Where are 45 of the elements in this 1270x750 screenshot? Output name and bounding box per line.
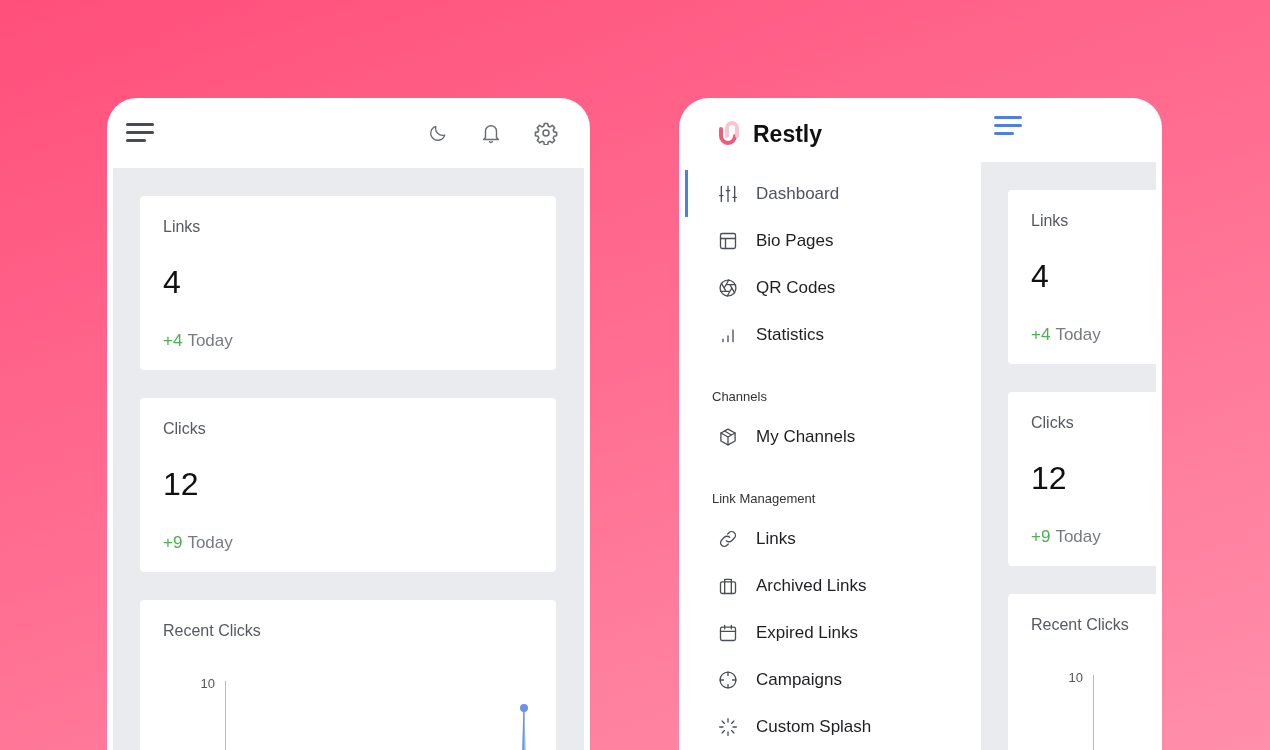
menu-icon[interactable] <box>126 123 154 143</box>
delta-value: +4 <box>163 331 183 351</box>
nav-item[interactable]: My Channels <box>685 413 981 460</box>
link-icon <box>718 528 738 549</box>
delta-value: +4 <box>1031 325 1051 345</box>
stat-label: Links <box>163 217 202 237</box>
loader-icon <box>718 716 738 737</box>
cube-icon <box>718 426 738 447</box>
period-label: Today <box>187 331 233 351</box>
axis-tick-label: 10 <box>1067 670 1083 687</box>
brand-name: Restly <box>753 120 823 148</box>
section-heading: Link Management <box>711 490 817 507</box>
delta-value: +9 <box>163 533 183 553</box>
bell-icon[interactable] <box>480 122 502 144</box>
crosshair-icon <box>718 669 738 690</box>
delta-value: +9 <box>1031 527 1051 547</box>
stat-value: 4 <box>163 263 182 302</box>
nav-item[interactable]: Campaigns <box>685 656 981 703</box>
chart-title: Recent Clicks <box>1031 615 1130 635</box>
axis-tick-label: 10 <box>199 676 215 693</box>
stat-label: Clicks <box>163 419 207 439</box>
stat-value: 12 <box>1031 459 1068 498</box>
nav-item[interactable]: Links <box>685 515 981 562</box>
settings-icon[interactable] <box>534 121 558 145</box>
stat-value: 12 <box>163 465 200 504</box>
period-label: Today <box>187 533 233 553</box>
moon-icon[interactable] <box>428 123 448 143</box>
nav-item[interactable]: Archived Links <box>685 562 981 609</box>
section-heading: Channels <box>711 388 768 405</box>
chart-title: Recent Clicks <box>163 621 262 641</box>
aperture-icon <box>718 277 738 298</box>
period-label: Today <box>1055 527 1101 547</box>
calendar-icon <box>718 622 738 643</box>
menu-icon[interactable] <box>994 116 1022 136</box>
nav-item[interactable]: QR Codes <box>685 264 981 311</box>
sliders-icon <box>718 183 738 204</box>
period-label: Today <box>1055 325 1101 345</box>
stat-label: Links <box>1031 211 1070 231</box>
stat-label: Clicks <box>1031 413 1075 433</box>
nav-item[interactable]: Bio Pages <box>685 217 981 264</box>
nav-item[interactable]: Expired Links <box>685 609 981 656</box>
nav-item[interactable]: Custom Splash <box>685 703 981 750</box>
layout-icon <box>718 230 738 251</box>
stat-value: 4 <box>1031 257 1050 296</box>
nav-item[interactable]: Statistics <box>685 311 981 358</box>
